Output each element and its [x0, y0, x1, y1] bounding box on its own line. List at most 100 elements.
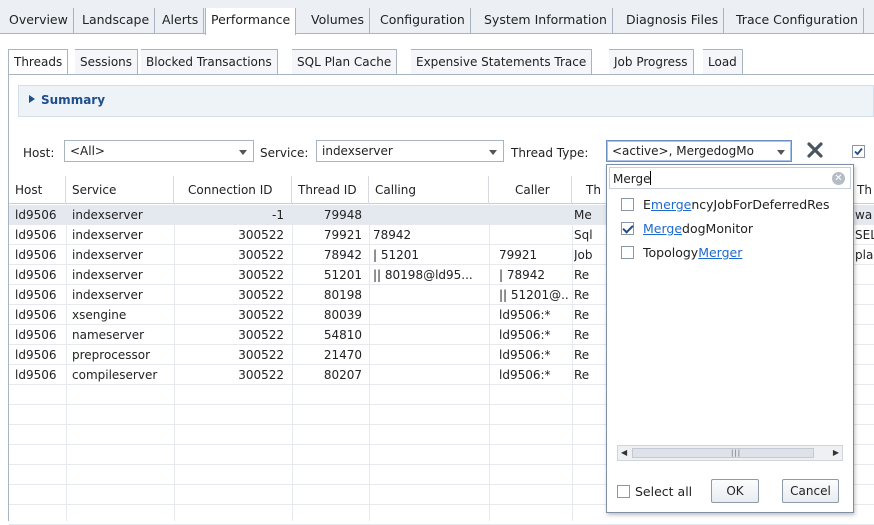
- column-thread-id[interactable]: Thread ID: [292, 176, 369, 204]
- scroll-left-icon[interactable]: ◀: [621, 448, 627, 457]
- option-label: TopologyMerger: [643, 245, 743, 260]
- cell-host: ld9506: [15, 368, 57, 382]
- option-emergency-job[interactable]: EmergencyJobForDeferredRes: [621, 195, 851, 215]
- tab-blocked-transactions[interactable]: Blocked Transactions: [141, 49, 278, 75]
- cell-calling: [373, 305, 487, 325]
- cell-connection-id: 300522: [238, 268, 284, 282]
- tab-configuration[interactable]: Configuration: [375, 8, 471, 34]
- service-label: Service:: [260, 146, 309, 160]
- cell-thread-method: wa: [855, 208, 873, 222]
- tab-job-progress[interactable]: Job Progress: [609, 49, 694, 75]
- cell-service: nameserver: [72, 328, 145, 342]
- option-mergedog-monitor[interactable]: MergedogMonitor: [621, 219, 851, 239]
- tab-performance[interactable]: Performance: [205, 8, 297, 35]
- expand-arrow-icon: [29, 95, 35, 103]
- summary-toggle[interactable]: Summary: [29, 93, 105, 107]
- option-checkbox[interactable]: [621, 222, 634, 235]
- cell-host: ld9506: [15, 288, 57, 302]
- column-thread-method[interactable]: Th: [853, 176, 874, 204]
- cell-thread-id: 80039: [323, 308, 362, 322]
- cell-thread-type: Me: [574, 208, 592, 222]
- service-value: indexserver: [322, 144, 393, 158]
- ok-button[interactable]: OK: [711, 479, 759, 503]
- cell-host: ld9506: [15, 308, 57, 322]
- cell-thread-id: 21470: [323, 348, 362, 362]
- option-checkbox[interactable]: [621, 198, 634, 211]
- cell-host: ld9506: [15, 268, 57, 282]
- thread-type-combo[interactable]: <active>, MergedogMo: [606, 140, 792, 162]
- tab-alerts[interactable]: Alerts: [157, 8, 205, 34]
- cell-caller: ld9506:*: [499, 348, 551, 362]
- clear-filter-icon[interactable]: [806, 141, 824, 159]
- tab-trace-configuration[interactable]: Trace Configuration: [731, 8, 864, 34]
- column-connection-id[interactable]: Connection ID: [174, 176, 292, 204]
- cell-connection-id: 300522: [238, 328, 284, 342]
- tab-sessions[interactable]: Sessions: [75, 49, 139, 75]
- cell-connection-id: 300522: [238, 368, 284, 382]
- cell-thread-method: [855, 285, 874, 305]
- select-all-option[interactable]: Select all: [617, 482, 707, 502]
- grid-line: [292, 204, 293, 521]
- column-caller[interactable]: Caller: [489, 176, 572, 204]
- cell-thread-type: Re: [574, 288, 590, 302]
- tab-load[interactable]: Load: [703, 49, 743, 75]
- service-combo[interactable]: indexserver: [316, 140, 504, 162]
- cell-thread-id: 80198: [323, 288, 362, 302]
- tab-overview[interactable]: Overview: [4, 8, 74, 34]
- cell-connection-id: 300522: [238, 308, 284, 322]
- tab-sql-plan-cache[interactable]: SQL Plan Cache: [292, 49, 398, 75]
- thread-type-value: <active>, MergedogMo: [612, 144, 754, 158]
- option-checkbox[interactable]: [621, 246, 634, 259]
- filter-search-input[interactable]: Merge ✕: [609, 167, 851, 189]
- cell-thread-method: pla: [855, 248, 874, 262]
- tab-expensive-statements-trace[interactable]: Expensive Statements Trace: [411, 49, 593, 75]
- thread-type-label: Thread Type:: [511, 146, 589, 160]
- host-label: Host:: [23, 146, 55, 160]
- tab-volumes[interactable]: Volumes: [306, 8, 371, 34]
- cancel-button[interactable]: Cancel: [782, 479, 839, 503]
- summary-section[interactable]: Summary: [18, 85, 874, 117]
- cell-host: ld9506: [15, 248, 57, 262]
- cell-caller: [499, 205, 569, 225]
- cell-thread-type: Job: [574, 248, 593, 262]
- cell-thread-type: Re: [574, 308, 590, 322]
- cell-thread-id: 80207: [323, 368, 362, 382]
- cell-calling: [373, 345, 487, 365]
- options-checkbox[interactable]: [852, 145, 865, 158]
- column-host[interactable]: Host: [9, 176, 66, 204]
- cell-thread-id: 78942: [323, 248, 362, 262]
- cell-caller: ld9506:*: [499, 368, 551, 382]
- tab-system-information[interactable]: System Information: [479, 8, 613, 34]
- chevron-down-icon: [239, 150, 247, 155]
- scroll-right-icon[interactable]: ▶: [833, 448, 839, 457]
- tab-threads[interactable]: Threads: [8, 49, 69, 75]
- chevron-down-icon: [777, 150, 785, 155]
- host-combo[interactable]: <All>: [64, 140, 254, 162]
- cell-thread-method: SEL: [855, 228, 874, 242]
- tab-diagnosis-files[interactable]: Diagnosis Files: [621, 8, 725, 34]
- cell-service: xsengine: [72, 308, 127, 322]
- select-all-checkbox[interactable]: [617, 485, 630, 498]
- host-value: <All>: [70, 144, 105, 158]
- cell-service: compileserver: [72, 368, 158, 382]
- cell-calling: || 80198@ld95...: [373, 268, 473, 282]
- cell-connection-id: -1: [272, 208, 284, 222]
- scrollbar-thumb[interactable]: |||: [632, 448, 814, 458]
- cell-caller: ld9506:*: [499, 328, 551, 342]
- grid-line: [572, 204, 573, 521]
- cell-service: indexserver: [72, 208, 143, 222]
- clear-search-icon[interactable]: ✕: [832, 172, 845, 185]
- cell-calling: | 51201: [373, 248, 420, 262]
- cell-host: ld9506: [15, 228, 57, 242]
- grid-line: [174, 204, 175, 521]
- grid-line: [369, 204, 370, 521]
- tab-landscape[interactable]: Landscape: [77, 8, 156, 34]
- column-service[interactable]: Service: [66, 176, 174, 204]
- horizontal-scrollbar[interactable]: ◀ ||| ▶: [617, 445, 843, 461]
- cell-caller: || 51201@...: [499, 288, 569, 302]
- option-topology-merger[interactable]: TopologyMerger: [621, 243, 851, 263]
- column-calling[interactable]: Calling: [369, 176, 489, 204]
- cell-service: indexserver: [72, 228, 143, 242]
- grid-line: [489, 204, 490, 521]
- main-tab-bar: Overview Landscape Alerts Performance Vo…: [0, 0, 874, 35]
